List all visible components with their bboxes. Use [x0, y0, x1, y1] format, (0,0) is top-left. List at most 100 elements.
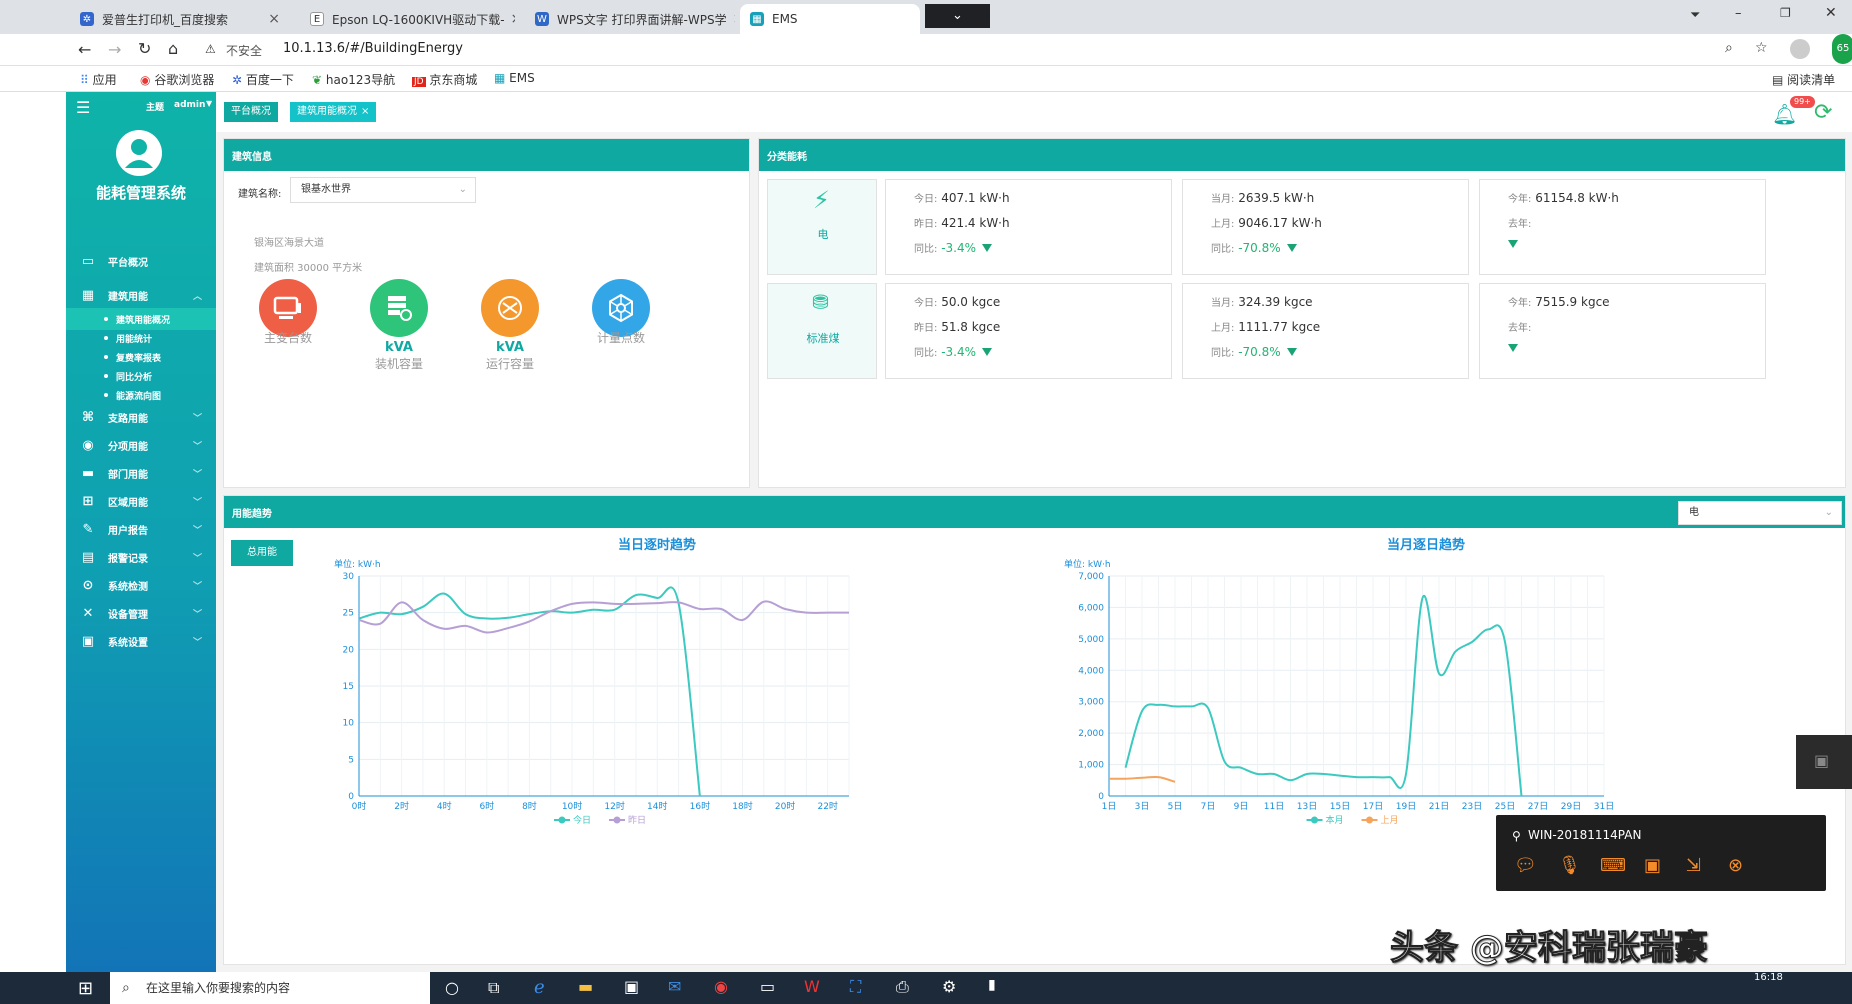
menu-item-region[interactable]: ⊞ 区域用能 ﹀ [66, 486, 216, 516]
coal-icon: ⛃ [812, 290, 829, 314]
terminal-icon[interactable]: ▮ [988, 977, 996, 993]
x-tick-label: 18时 [732, 800, 752, 812]
warning-icon[interactable]: ⚠ [205, 42, 216, 56]
energy-type-select[interactable]: 电 ⌄ [1678, 501, 1842, 525]
reload-icon[interactable]: ↻ [138, 39, 151, 58]
chrome-icon[interactable]: ◉ [714, 977, 728, 996]
x-tick-label: 17日 [1363, 801, 1383, 812]
chat-icon[interactable]: 💬︎ [1514, 855, 1537, 876]
menu-item-detection[interactable]: ⊙ 系统检测 ﹀ [66, 570, 216, 600]
app-icon[interactable]: ⎙ [896, 977, 909, 997]
minimize-button[interactable]: – [1735, 6, 1742, 21]
menu-item-platform[interactable]: ▭ 平台概况 [66, 246, 216, 276]
refresh-icon[interactable]: ⟳ [1814, 100, 1832, 125]
browser-tab-2[interactable]: E Epson LQ-1600KIVH驱动下载- × [300, 4, 515, 34]
close-tag-icon[interactable]: × [361, 102, 369, 122]
x-tick-label: 10时 [562, 800, 582, 812]
close-window-button[interactable]: ✕ [1825, 5, 1837, 21]
submenu-label: 复费率报表 [116, 353, 162, 364]
legend-marker [1366, 816, 1373, 824]
browser-tab-3[interactable]: W WPS文字 打印界面讲解-WPS学 × [525, 4, 735, 34]
profile-avatar[interactable] [1790, 39, 1810, 59]
user-dropdown-icon[interactable]: ▼ [206, 99, 212, 108]
month-label: 当月: [1211, 298, 1235, 309]
task-view-icon[interactable]: ⧉ [488, 978, 499, 998]
tab-search-button[interactable]: ⌄ [925, 4, 990, 28]
menu-item-department[interactable]: ▬ 部门用能 ﹀ [66, 458, 216, 488]
chevron-down-icon: ﹀ [192, 469, 202, 480]
extension-badge[interactable]: 65 [1832, 34, 1852, 64]
bookmark-jd[interactable]: JD 京东商城 [412, 71, 477, 88]
file-transfer-icon[interactable]: ⇲ [1686, 855, 1701, 876]
legend-label[interactable]: 上月 [1381, 815, 1399, 824]
maximize-button[interactable]: ❐ [1780, 6, 1791, 20]
edge-icon[interactable]: ℯ [534, 977, 545, 998]
wps-icon[interactable]: W [804, 977, 820, 996]
explorer-icon[interactable]: ▬ [578, 977, 593, 996]
close-session-icon[interactable]: ⊗ [1728, 855, 1743, 876]
bookmark-hao123[interactable]: ❦ hao123导航 [312, 71, 395, 88]
user-name[interactable]: admin [174, 100, 205, 110]
home-icon[interactable]: ⌂ [168, 39, 178, 58]
category-card-electricity[interactable]: ⚡︎ 电 [767, 179, 877, 275]
menu-toggle-icon[interactable]: ☰ [76, 98, 90, 117]
tag-platform[interactable]: 平台概况 [224, 102, 278, 122]
today-value: 50.0 kgce [941, 294, 1001, 309]
theme-label[interactable]: 主题 [146, 100, 164, 113]
tag-building-energy[interactable]: 建筑用能概况 × [290, 102, 377, 122]
browser-tab-1[interactable]: ✲ 爱普生打印机_百度搜索 × [70, 4, 290, 34]
mail-icon[interactable]: ✉ [668, 977, 681, 996]
bookmark-star-icon[interactable]: ☆ [1755, 40, 1768, 56]
menu-item-device[interactable]: ✕ 设备管理 ﹀ [66, 598, 216, 628]
forward-icon[interactable]: → [108, 40, 121, 59]
text-icon[interactable]: ▣ [1644, 855, 1661, 876]
menu-item-alarm[interactable]: ▤ 报警记录 ﹀ [66, 542, 216, 572]
menu-label: 支路用能 [108, 413, 148, 425]
avatar [116, 130, 162, 176]
menu-item-branch[interactable]: ⌘ 支路用能 ﹀ [66, 402, 216, 432]
bookmark-baidu[interactable]: ✲ 百度一下 [232, 71, 294, 88]
close-tab-icon[interactable]: × [262, 11, 280, 27]
building-select[interactable]: 银基水世界 ⌄ [290, 177, 476, 203]
gear-icon[interactable]: ⚙ [942, 977, 956, 996]
close-tab-icon[interactable]: × [505, 11, 515, 27]
chart-unit-label: 单位: kW·h [1064, 558, 1111, 570]
profile-menu-icon[interactable]: ⏷ [1690, 8, 1700, 23]
watermark: 头条 @安科瑞张瑞豪 [1390, 928, 1709, 969]
category-card-coal[interactable]: ⛃ 标准煤 [767, 283, 877, 379]
browser-tab-ems[interactable]: ▦ EMS [740, 4, 920, 34]
chevron-down-icon: ﹀ [192, 581, 202, 592]
zoom-icon[interactable]: ⌕ [1725, 40, 1733, 56]
cortana-icon[interactable]: ○ [445, 978, 459, 997]
stat-label: 计量点数 [596, 331, 645, 345]
legend-label[interactable]: 本月 [1326, 814, 1344, 824]
close-tab-icon[interactable]: × [727, 11, 735, 27]
menu-item-subitem[interactable]: ◉ 分项用能 ﹀ [66, 430, 216, 460]
bullet-icon [104, 393, 108, 397]
reading-list[interactable]: ▤ 阅读清单 [1772, 71, 1835, 88]
apps-icon: ⠿ [80, 73, 89, 87]
url-text[interactable]: 10.1.13.6/#/BuildingEnergy [283, 41, 463, 56]
microphone-icon[interactable]: 🎙︎ [1558, 855, 1581, 876]
app-icon[interactable]: ▭ [760, 977, 775, 996]
x-tick-label: 12时 [604, 800, 624, 812]
bookmark-ems[interactable]: ▦ EMS [494, 71, 535, 85]
legend-label[interactable]: 今日 [573, 814, 591, 824]
store-icon[interactable]: ▣ [624, 977, 639, 996]
bookmark-chrome[interactable]: ◉ 谷歌浏览器 [140, 71, 214, 88]
keyboard-icon[interactable]: ⌨ [1600, 855, 1626, 876]
menu-item-settings[interactable]: ▣ 系统设置 ﹀ [66, 626, 216, 656]
category-name: 标准煤 [806, 332, 840, 345]
apps-bookmark[interactable]: ⠿ 应用 [80, 71, 117, 88]
menu-item-building[interactable]: ▦ 建筑用能 ︿ [66, 280, 216, 310]
app-icon[interactable]: ⛶ [850, 977, 861, 997]
back-icon[interactable]: ← [78, 40, 91, 59]
total-energy-button[interactable]: 总用能 [231, 540, 293, 566]
legend-label[interactable]: 昨日 [628, 814, 646, 824]
menu-item-user-report[interactable]: ✎ 用户报告 ﹀ [66, 514, 216, 544]
remote-side-tab[interactable]: ▣ [1796, 735, 1852, 789]
taskbar-search[interactable]: ⌕ 在这里输入你要搜索的内容 [110, 972, 430, 1004]
y-tick-label: 0 [1098, 792, 1104, 802]
windows-start-icon[interactable]: ⊞ [78, 978, 93, 999]
yoy-value: -70.8% [1238, 240, 1281, 255]
